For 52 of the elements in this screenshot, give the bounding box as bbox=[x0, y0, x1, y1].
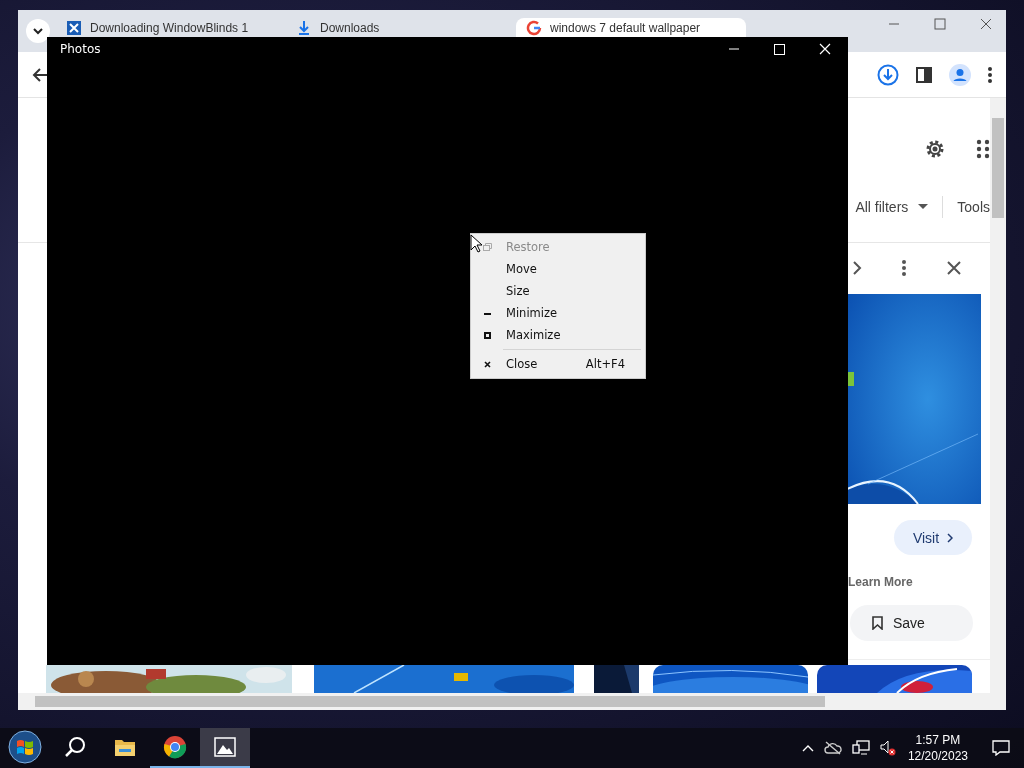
browser-tab[interactable]: windows 7 default wallpaper bbox=[516, 18, 746, 37]
menu-item[interactable]: Close Alt+F4 bbox=[473, 353, 643, 375]
maximize-icon bbox=[484, 331, 491, 339]
horizontal-scrollbar[interactable] bbox=[18, 693, 990, 710]
menu-icon[interactable] bbox=[988, 66, 992, 83]
clock-time[interactable]: 1:57 PM bbox=[915, 732, 961, 748]
notification-icon[interactable] bbox=[992, 740, 1010, 756]
menu-item[interactable]: Move bbox=[473, 258, 643, 280]
search-icon bbox=[64, 736, 86, 758]
cloud-icon[interactable] bbox=[823, 741, 842, 755]
network-icon[interactable] bbox=[851, 740, 870, 756]
tools-button[interactable]: Tools bbox=[957, 199, 990, 215]
menu-item[interactable]: Minimize bbox=[473, 302, 643, 324]
taskbar-button[interactable] bbox=[200, 728, 250, 768]
clock-date[interactable]: 12/20/2023 bbox=[907, 748, 968, 764]
chevron-right-icon[interactable] bbox=[852, 260, 862, 276]
all-filters-button[interactable]: All filters bbox=[855, 199, 929, 215]
browser-tab[interactable]: Downloads bbox=[286, 18, 516, 37]
learn-more-link[interactable]: Learn More bbox=[848, 575, 913, 589]
more-options-icon[interactable] bbox=[902, 260, 906, 276]
settings-icon[interactable] bbox=[924, 138, 946, 160]
browser-tab[interactable]: Downloading WindowBlinds 1 bbox=[56, 18, 286, 37]
download-icon bbox=[296, 19, 312, 36]
save-button[interactable]: Save bbox=[850, 605, 973, 641]
menu-item[interactable]: Maximize bbox=[473, 324, 643, 346]
mouse-cursor-icon bbox=[470, 234, 482, 253]
chevron-right-icon bbox=[947, 532, 954, 543]
chrome-logo-icon bbox=[163, 735, 187, 759]
volume-muted-icon[interactable] bbox=[879, 740, 896, 756]
restore-icon bbox=[483, 243, 492, 251]
menu-item[interactable]: Size bbox=[473, 280, 643, 302]
side-panel-icon[interactable] bbox=[916, 66, 932, 83]
g-logo-icon bbox=[526, 19, 542, 36]
caret-icon bbox=[918, 204, 929, 210]
chevron-down-icon bbox=[33, 27, 43, 35]
app-favicon-icon bbox=[66, 19, 82, 36]
start-orb-icon bbox=[8, 730, 42, 764]
mountain-image-icon bbox=[214, 737, 236, 757]
visit-button[interactable]: Visit bbox=[894, 520, 972, 555]
chevron-up-icon[interactable] bbox=[801, 744, 814, 752]
minimize-icon bbox=[484, 311, 491, 315]
apps-grid-icon[interactable] bbox=[976, 139, 990, 159]
close-icon bbox=[484, 360, 491, 368]
bookmark-icon bbox=[872, 616, 883, 630]
back-arrow-icon[interactable] bbox=[32, 66, 48, 83]
window-title: Photos bbox=[60, 42, 101, 56]
folder-icon bbox=[114, 737, 136, 757]
tab-search-button[interactable] bbox=[26, 19, 50, 43]
download-icon[interactable] bbox=[877, 63, 899, 86]
vertical-scrollbar[interactable] bbox=[990, 98, 1006, 710]
close-icon[interactable] bbox=[946, 260, 962, 276]
profile-icon[interactable] bbox=[949, 63, 971, 86]
